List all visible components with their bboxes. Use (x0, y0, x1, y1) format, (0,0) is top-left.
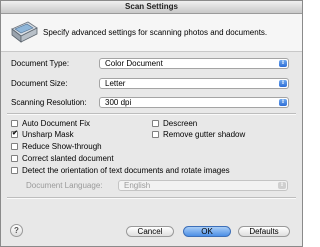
window-title: Scan Settings (125, 2, 178, 11)
unsharp-mask-label: Unsharp Mask (22, 130, 74, 139)
check-icon: ✔ (12, 130, 18, 137)
title-bar: Scan Settings (1, 1, 302, 14)
select-arrows-icon: ⇕ (279, 80, 287, 87)
help-button[interactable]: ? (10, 224, 23, 237)
detect-orientation-label: Detect the orientation of text documents… (22, 166, 230, 175)
remove-gutter-shadow-label: Remove gutter shadow (163, 130, 246, 139)
scanning-resolution-label: Scanning Resolution: (11, 98, 87, 107)
defaults-button[interactable]: Defaults (238, 226, 290, 237)
separator (7, 197, 296, 199)
checkbox-box: ✔ (11, 130, 18, 138)
document-size-value: Letter (105, 79, 126, 88)
document-type-select[interactable]: Color Document ⇕ (99, 58, 289, 69)
checkbox-box (152, 131, 159, 138)
document-size-label: Document Size: (11, 79, 68, 88)
correct-slanted-document-label: Correct slanted document (22, 154, 114, 163)
document-language-value: English (124, 181, 151, 190)
scan-settings-dialog: Scan Settings Specify advanced settings … (0, 0, 303, 247)
auto-document-fix-label: Auto Document Fix (22, 119, 91, 128)
scanner-icon (11, 21, 38, 43)
checkbox-box (11, 120, 18, 127)
checkbox-box (152, 120, 159, 127)
checkbox-box (11, 143, 18, 150)
document-size-select[interactable]: Letter ⇕ (99, 78, 289, 89)
reduce-show-through-label: Reduce Show-through (22, 142, 102, 151)
scanning-resolution-select[interactable]: 300 dpi ⇕ (99, 97, 289, 108)
separator (7, 113, 296, 115)
document-language-label: Document Language: (26, 181, 103, 190)
select-arrows-icon: ⇕ (279, 60, 287, 67)
select-arrows-icon: ⇕ (278, 182, 286, 189)
select-arrows-icon: ⇕ (279, 99, 287, 106)
cancel-button[interactable]: Cancel (126, 226, 174, 237)
scanning-resolution-value: 300 dpi (105, 98, 132, 107)
document-language-select[interactable]: English ⇕ (118, 180, 288, 191)
ok-button[interactable]: OK (183, 226, 231, 237)
header-description: Specify advanced settings for scanning p… (43, 28, 268, 37)
descreen-label: Descreen (163, 119, 198, 128)
checkbox-box (11, 155, 18, 162)
document-type-value: Color Document (105, 59, 163, 68)
document-type-label: Document Type: (11, 59, 70, 68)
checkbox-box (11, 167, 18, 174)
